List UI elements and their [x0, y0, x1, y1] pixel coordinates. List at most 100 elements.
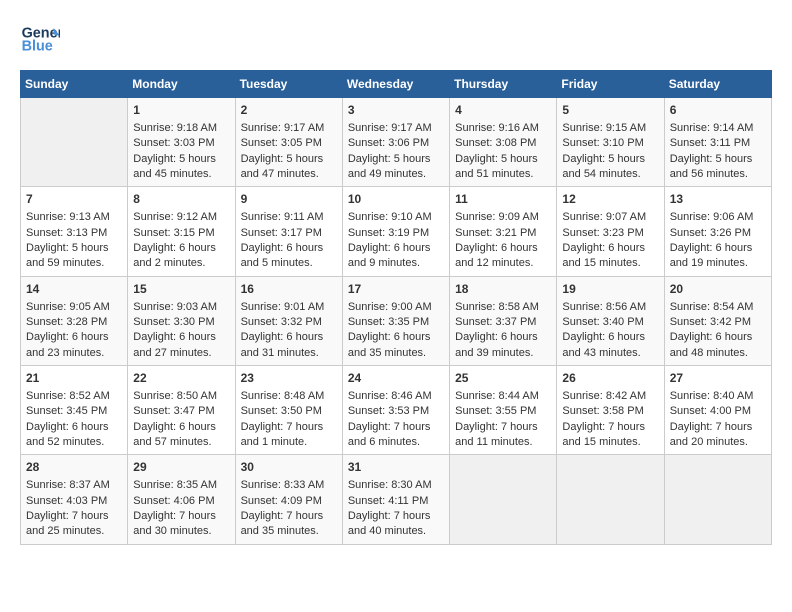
day-number: 17: [348, 281, 444, 298]
day-info: Sunset: 3:53 PM: [348, 404, 444, 419]
day-number: 18: [455, 281, 551, 298]
day-info: Daylight: 6 hours: [562, 330, 658, 345]
day-info: Sunrise: 8:44 AM: [455, 389, 551, 404]
day-info: Sunrise: 9:03 AM: [133, 300, 229, 315]
day-info: and 57 minutes.: [133, 435, 229, 450]
day-info: Daylight: 6 hours: [133, 420, 229, 435]
day-info: Daylight: 5 hours: [241, 152, 337, 167]
calendar-cell: 13Sunrise: 9:06 AMSunset: 3:26 PMDayligh…: [664, 187, 771, 276]
day-number: 21: [26, 370, 122, 387]
day-info: Daylight: 7 hours: [455, 420, 551, 435]
calendar-cell: 5Sunrise: 9:15 AMSunset: 3:10 PMDaylight…: [557, 98, 664, 187]
day-info: Daylight: 5 hours: [670, 152, 766, 167]
day-number: 27: [670, 370, 766, 387]
day-info: Sunrise: 8:48 AM: [241, 389, 337, 404]
day-info: Daylight: 6 hours: [133, 330, 229, 345]
day-info: Daylight: 6 hours: [455, 330, 551, 345]
calendar-cell: [21, 98, 128, 187]
day-info: and 31 minutes.: [241, 346, 337, 361]
calendar-cell: 21Sunrise: 8:52 AMSunset: 3:45 PMDayligh…: [21, 366, 128, 455]
day-info: Sunrise: 9:11 AM: [241, 210, 337, 225]
day-info: Sunrise: 9:07 AM: [562, 210, 658, 225]
day-number: 28: [26, 459, 122, 476]
day-info: Sunset: 3:26 PM: [670, 226, 766, 241]
day-info: and 27 minutes.: [133, 346, 229, 361]
calendar-cell: 14Sunrise: 9:05 AMSunset: 3:28 PMDayligh…: [21, 276, 128, 365]
day-info: Sunset: 4:03 PM: [26, 494, 122, 509]
calendar-cell: 18Sunrise: 8:58 AMSunset: 3:37 PMDayligh…: [450, 276, 557, 365]
day-info: Daylight: 6 hours: [133, 241, 229, 256]
day-info: and 19 minutes.: [670, 256, 766, 271]
day-number: 3: [348, 102, 444, 119]
day-info: Sunrise: 8:46 AM: [348, 389, 444, 404]
day-info: Sunset: 4:06 PM: [133, 494, 229, 509]
day-number: 5: [562, 102, 658, 119]
day-info: Daylight: 5 hours: [562, 152, 658, 167]
day-number: 9: [241, 191, 337, 208]
day-info: Daylight: 7 hours: [562, 420, 658, 435]
day-info: Sunrise: 8:54 AM: [670, 300, 766, 315]
day-info: Sunrise: 9:10 AM: [348, 210, 444, 225]
day-info: Sunrise: 9:12 AM: [133, 210, 229, 225]
day-number: 15: [133, 281, 229, 298]
calendar-cell: 10Sunrise: 9:10 AMSunset: 3:19 PMDayligh…: [342, 187, 449, 276]
day-info: and 15 minutes.: [562, 256, 658, 271]
calendar-table: SundayMondayTuesdayWednesdayThursdayFrid…: [20, 70, 772, 545]
day-info: Daylight: 7 hours: [26, 509, 122, 524]
calendar-cell: 16Sunrise: 9:01 AMSunset: 3:32 PMDayligh…: [235, 276, 342, 365]
day-info: Daylight: 6 hours: [348, 330, 444, 345]
day-info: Sunrise: 8:52 AM: [26, 389, 122, 404]
day-info: Daylight: 7 hours: [348, 420, 444, 435]
header-monday: Monday: [128, 71, 235, 98]
day-info: Daylight: 6 hours: [670, 241, 766, 256]
day-info: Sunset: 4:11 PM: [348, 494, 444, 509]
day-info: Sunset: 3:08 PM: [455, 136, 551, 151]
page-header: General Blue: [20, 20, 772, 60]
calendar-cell: 11Sunrise: 9:09 AMSunset: 3:21 PMDayligh…: [450, 187, 557, 276]
day-info: and 9 minutes.: [348, 256, 444, 271]
day-info: Sunrise: 9:14 AM: [670, 121, 766, 136]
day-info: and 20 minutes.: [670, 435, 766, 450]
calendar-cell: 17 Sunrise: 9:00 AMSunset: 3:35 PMDayligh…: [342, 276, 449, 365]
calendar-cell: 8Sunrise: 9:12 AMSunset: 3:15 PMDaylight…: [128, 187, 235, 276]
day-info: Sunrise: 9:18 AM: [133, 121, 229, 136]
day-info: Sunset: 3:17 PM: [241, 226, 337, 241]
calendar-cell: 7Sunrise: 9:13 AMSunset: 3:13 PMDaylight…: [21, 187, 128, 276]
header-friday: Friday: [557, 71, 664, 98]
day-number: 1: [133, 102, 229, 119]
day-info: Sunrise: 8:33 AM: [241, 478, 337, 493]
day-info: and 12 minutes.: [455, 256, 551, 271]
calendar-cell: 20Sunrise: 8:54 AMSunset: 3:42 PMDayligh…: [664, 276, 771, 365]
day-info: Sunrise: 9:00 AM: [348, 300, 444, 315]
calendar-header-row: SundayMondayTuesdayWednesdayThursdayFrid…: [21, 71, 772, 98]
calendar-cell: 2Sunrise: 9:17 AMSunset: 3:05 PMDaylight…: [235, 98, 342, 187]
day-info: Sunset: 3:11 PM: [670, 136, 766, 151]
day-info: Sunset: 3:05 PM: [241, 136, 337, 151]
day-info: Sunset: 3:35 PM: [348, 315, 444, 330]
week-row-1: 1Sunrise: 9:18 AMSunset: 3:03 PMDaylight…: [21, 98, 772, 187]
day-info: and 35 minutes.: [348, 346, 444, 361]
day-info: Daylight: 6 hours: [348, 241, 444, 256]
day-info: and 48 minutes.: [670, 346, 766, 361]
week-row-5: 28 Sunrise: 8:37 AMSunset: 4:03 PMDayligh…: [21, 455, 772, 544]
day-info: and 54 minutes.: [562, 167, 658, 182]
day-info: and 51 minutes.: [455, 167, 551, 182]
day-info: and 25 minutes.: [26, 524, 122, 539]
day-number: 12: [562, 191, 658, 208]
day-number: 8: [133, 191, 229, 208]
day-info: and 45 minutes.: [133, 167, 229, 182]
day-info: Sunrise: 8:56 AM: [562, 300, 658, 315]
day-info: Sunrise: 9:09 AM: [455, 210, 551, 225]
day-info: and 35 minutes.: [241, 524, 337, 539]
day-info: and 6 minutes.: [348, 435, 444, 450]
day-info: Sunrise: 8:37 AM: [26, 478, 122, 493]
calendar-cell: 29Sunrise: 8:35 AMSunset: 4:06 PMDayligh…: [128, 455, 235, 544]
day-info: Sunset: 3:47 PM: [133, 404, 229, 419]
calendar-cell: [664, 455, 771, 544]
day-info: and 30 minutes.: [133, 524, 229, 539]
calendar-cell: 27Sunrise: 8:40 AMSunset: 4:00 PMDayligh…: [664, 366, 771, 455]
day-info: and 1 minute.: [241, 435, 337, 450]
day-info: Sunset: 3:06 PM: [348, 136, 444, 151]
day-info: Sunset: 3:21 PM: [455, 226, 551, 241]
calendar-cell: 4Sunrise: 9:16 AMSunset: 3:08 PMDaylight…: [450, 98, 557, 187]
